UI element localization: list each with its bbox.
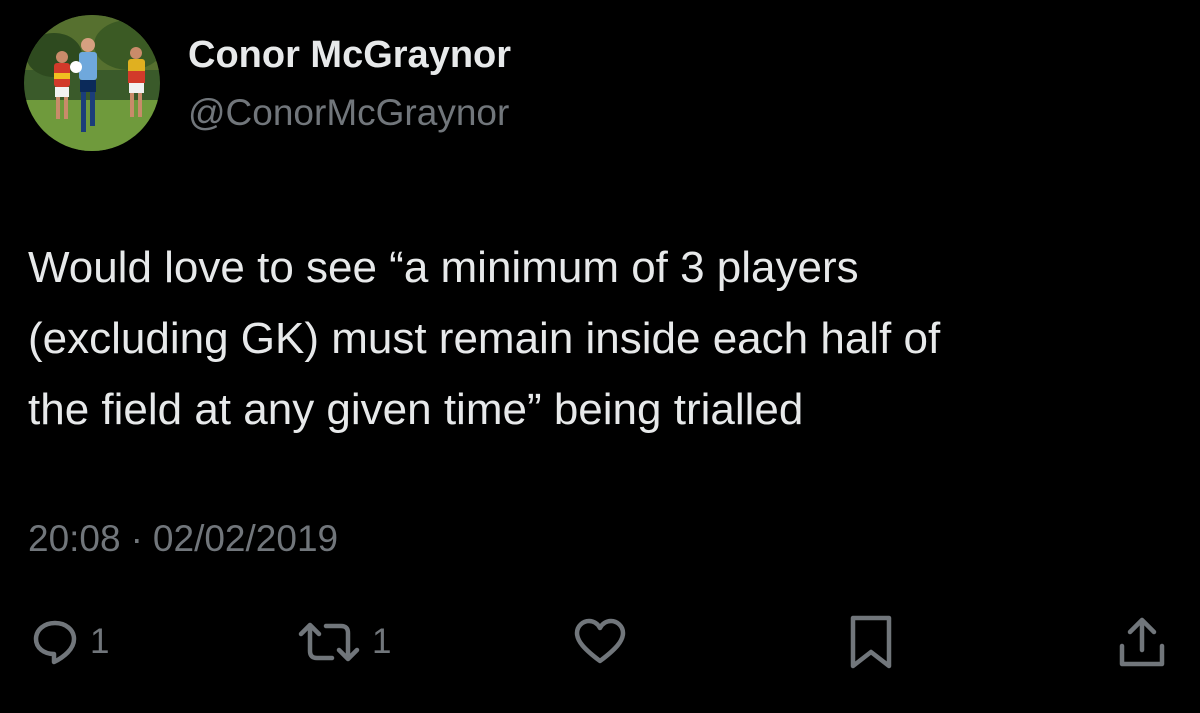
- tweet-time: 20:08: [28, 518, 121, 559]
- action-bar: 1 1: [0, 612, 1200, 672]
- bookmark-icon: [846, 614, 896, 670]
- bookmark-button[interactable]: [846, 612, 896, 672]
- share-button[interactable]: [1114, 612, 1170, 672]
- timestamp-separator: ·: [130, 518, 143, 559]
- tweet-timestamp[interactable]: 20:08 · 02/02/2019: [28, 518, 338, 560]
- retweet-count: 1: [372, 622, 392, 661]
- tweet-card: Conor McGraynor @ConorMcGraynor Would lo…: [0, 0, 1200, 713]
- retweet-button[interactable]: 1: [296, 612, 391, 672]
- reply-icon: [30, 617, 80, 667]
- author-handle[interactable]: @ConorMcGraynor: [188, 92, 509, 134]
- tweet-text: Would love to see “a minimum of 3 player…: [28, 243, 941, 434]
- avatar[interactable]: [24, 15, 160, 151]
- avatar-photo: [24, 15, 160, 151]
- heart-icon: [572, 617, 628, 667]
- like-button[interactable]: [572, 612, 628, 672]
- reply-button[interactable]: 1: [30, 612, 109, 672]
- share-icon: [1114, 614, 1170, 670]
- author-display-name[interactable]: Conor McGraynor: [188, 34, 511, 77]
- reply-count: 1: [90, 622, 110, 661]
- tweet-date: 02/02/2019: [152, 518, 339, 559]
- retweet-icon: [296, 617, 362, 667]
